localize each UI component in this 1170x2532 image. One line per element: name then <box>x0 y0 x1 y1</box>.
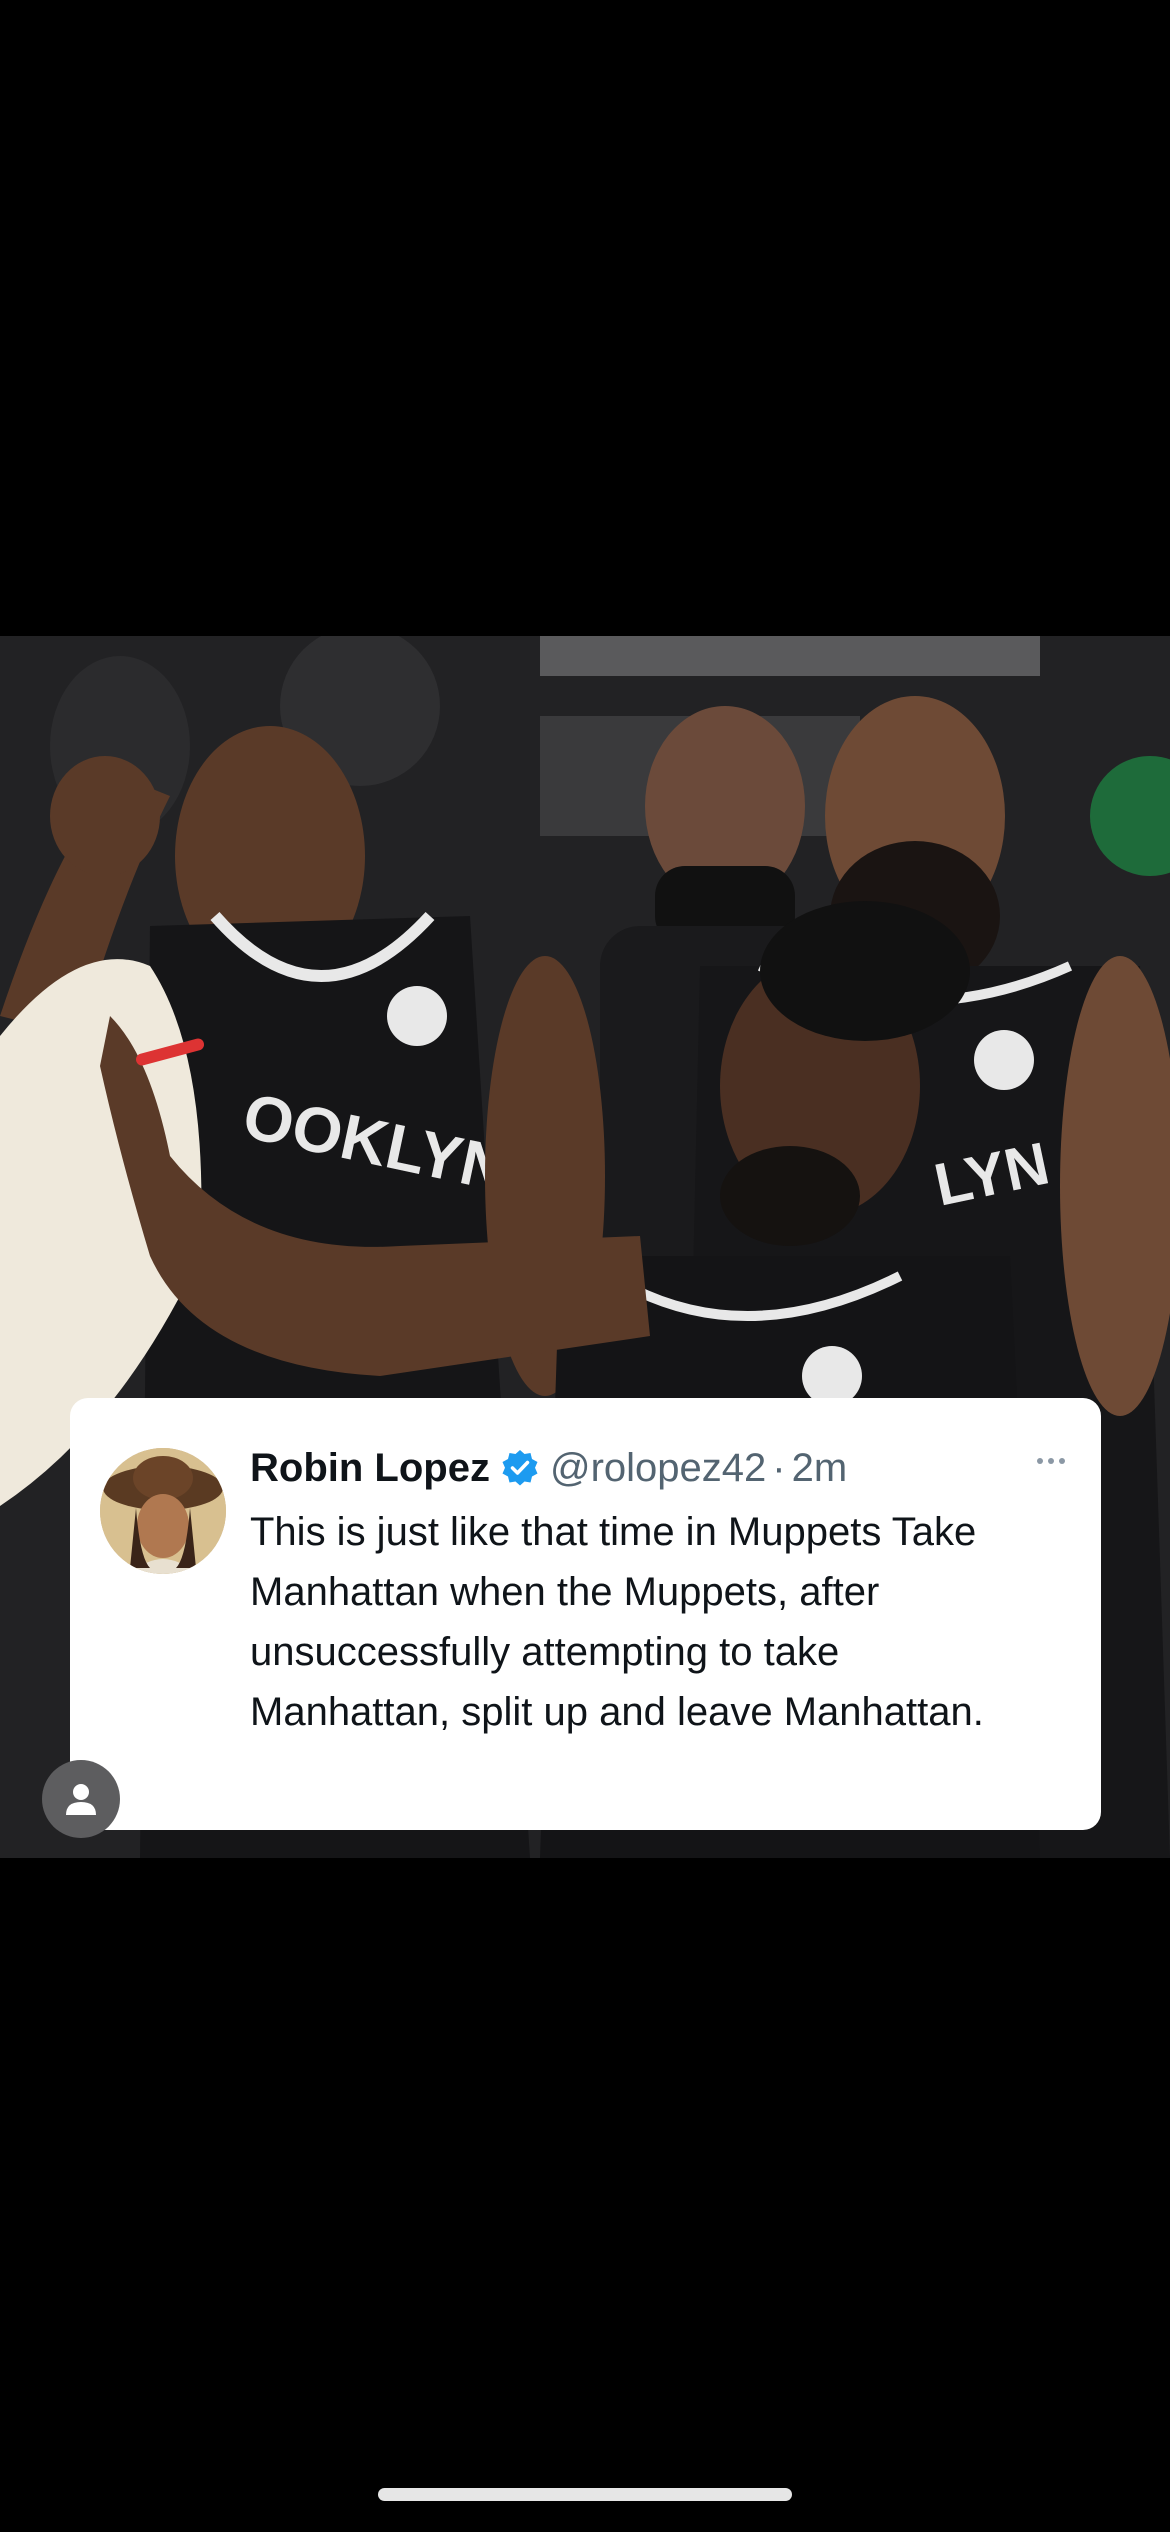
tweet-timestamp[interactable]: 2m <box>792 1446 848 1491</box>
tweet-card[interactable]: Robin Lopez @rolopez42 · 2m This is just… <box>70 1398 1101 1830</box>
avatar[interactable] <box>100 1448 226 1574</box>
more-options-icon[interactable] <box>1037 1458 1065 1464</box>
tweet-text: This is just like that time in Muppets T… <box>250 1510 984 1734</box>
user-handle[interactable]: @rolopez42 <box>550 1446 766 1491</box>
separator-dot: · <box>772 1445 786 1490</box>
tweet-header: Robin Lopez @rolopez42 · 2m <box>250 1438 847 1498</box>
display-name[interactable]: Robin Lopez <box>250 1446 490 1491</box>
user-profile-button[interactable] <box>42 1760 120 1838</box>
person-icon <box>66 1784 96 1815</box>
verified-badge-icon <box>500 1448 540 1488</box>
home-indicator[interactable] <box>378 2488 792 2501</box>
